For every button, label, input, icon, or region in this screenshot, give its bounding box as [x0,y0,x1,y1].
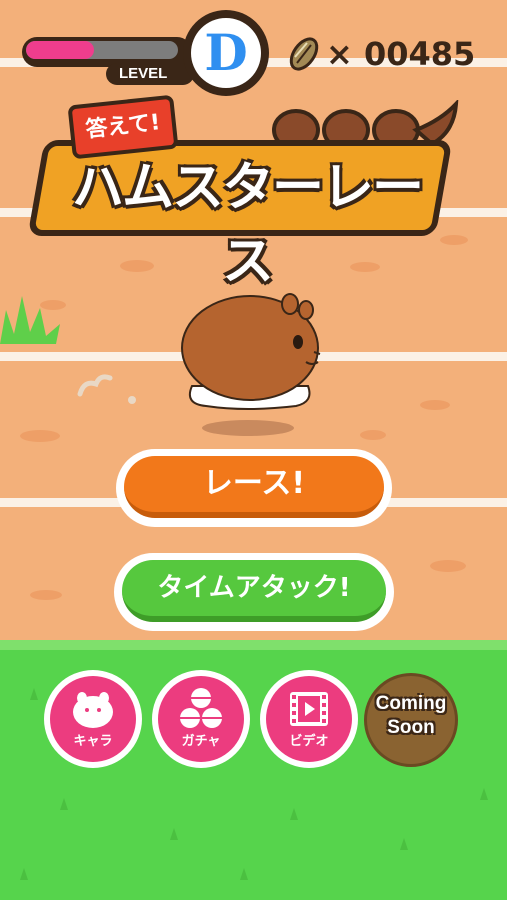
dirt-spot [30,590,62,600]
chara-button[interactable]: キャラ [44,670,142,768]
coming-soon-label: Coming Soon [375,693,447,738]
logo-tag: 答えて! [67,94,179,160]
dirt-spot [440,235,468,245]
gacha-button[interactable]: ガチャ [152,670,250,768]
capsule-icon [180,688,222,728]
level-grade: D [191,18,261,88]
coin-count: × 00485 [326,35,476,73]
dirt-spot [20,430,60,442]
logo-title: ハムスターレース [71,158,424,292]
time-attack-button-label: タイムアタック! [122,560,386,622]
gacha-label: ガチャ [181,734,221,749]
race-button[interactable]: レース! [116,449,392,527]
video-button-face: ビデオ [266,676,352,762]
hamster-icon [73,692,113,728]
video-button[interactable]: ビデオ [260,670,358,768]
level-label: LEVEL [106,63,194,85]
time-attack-button[interactable]: タイムアタック! [114,553,394,631]
level-progress-track [26,41,178,59]
film-icon [290,692,328,726]
level-progress-fill [26,41,95,59]
race-button-label: レース! [124,456,384,518]
dust-cloud [77,374,136,404]
dirt-spot [420,400,450,410]
sunflower-seed-icon [289,37,319,71]
chara-button-face: キャラ [50,676,136,762]
grass-tuft [0,296,60,344]
gacha-button-face: ガチャ [158,676,244,762]
dirt-spot [360,430,386,440]
dirt-spot [430,560,466,572]
hamster-character[interactable] [170,286,330,436]
video-label: ビデオ [289,734,329,749]
chara-label: キャラ [73,734,113,749]
